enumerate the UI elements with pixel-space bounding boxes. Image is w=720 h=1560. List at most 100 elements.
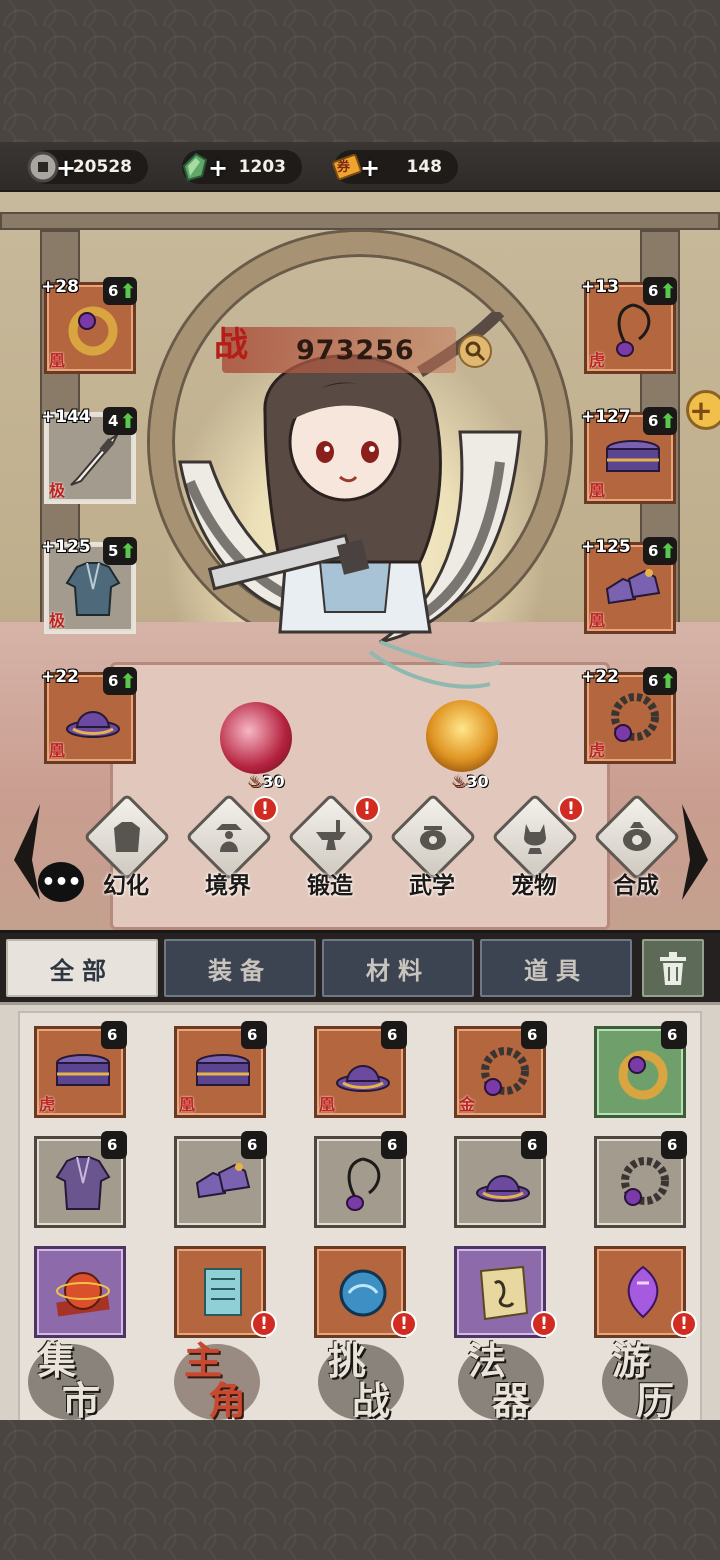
jade-gem-counter[interactable]: + 1203 xyxy=(182,150,302,184)
tier-mark: 虎 xyxy=(39,1095,56,1114)
chat-bubble-icon[interactable]: ••• xyxy=(38,862,84,902)
function-synthesis[interactable]: 合成 xyxy=(588,793,684,910)
tab-items[interactable]: 道具 xyxy=(480,939,632,997)
star-count-badge: 6 ⬆ xyxy=(103,667,137,695)
tier-mark: 虎 xyxy=(589,741,606,760)
nav-artifact[interactable]: 法 器 xyxy=(440,1330,560,1423)
tier-mark: 凰 xyxy=(589,481,606,500)
add-jade-icon[interactable]: + xyxy=(208,154,228,182)
count-badge: 6 xyxy=(521,1021,547,1049)
inventory-item[interactable]: ! xyxy=(454,1246,557,1338)
count-badge: 6 xyxy=(661,1021,687,1049)
function-pet[interactable]: 宠物 ! xyxy=(486,793,584,910)
crimson-orb[interactable] xyxy=(220,702,292,774)
nav-market[interactable]: 集 市 xyxy=(10,1330,130,1423)
hat-icon xyxy=(336,1065,390,1092)
golden-orb[interactable] xyxy=(426,700,498,772)
inventory-item[interactable]: 6 xyxy=(174,1131,267,1228)
trash-icon[interactable] xyxy=(642,939,704,997)
count-badge: 6 xyxy=(241,1131,267,1159)
function-label: 武学 xyxy=(409,872,455,899)
equip-slot-belt[interactable]: +127 6 ⬆ 凰 xyxy=(581,407,677,504)
upgrade-arrow-icon: ⬆ xyxy=(119,409,137,433)
inventory-item[interactable]: ! xyxy=(174,1246,277,1338)
fire-icon: ♨ xyxy=(452,772,467,791)
combat-power-badge: 战 973256 xyxy=(214,325,456,373)
inventory-item[interactable]: 6 凰 xyxy=(174,1021,267,1118)
hat-icon xyxy=(476,1175,530,1202)
furnace-icon xyxy=(623,822,651,851)
equip-slot-hat[interactable]: +22 6 ⬆ 凰 xyxy=(41,667,137,764)
function-label: 宠物 xyxy=(511,872,557,899)
inventory-item[interactable]: 6 xyxy=(594,1021,687,1118)
add-copper-icon[interactable]: + xyxy=(56,154,76,182)
add-ticket-icon[interactable]: + xyxy=(360,154,380,182)
enhance-level: +125 xyxy=(581,537,631,557)
upgrade-arrow-icon: ⬆ xyxy=(659,409,677,433)
fire-icon: ♨ xyxy=(248,772,263,791)
function-martial-arts[interactable]: 武学 xyxy=(384,793,480,910)
count-badge: 6 xyxy=(661,1131,687,1159)
star-count-badge: 6 ⬆ xyxy=(643,667,677,695)
equip-slot-weapon[interactable]: +144 4 ⬆ 极 xyxy=(41,407,137,504)
tab-materials[interactable]: 材料 xyxy=(322,939,474,997)
bracelet-icon xyxy=(481,1047,529,1096)
function-label: 境界 xyxy=(205,872,251,899)
inventory-item[interactable]: 6 凰 xyxy=(314,1021,407,1118)
alert-badge: ! xyxy=(252,796,278,822)
nav-travel[interactable]: 游 历 xyxy=(584,1330,704,1423)
nav-challenge[interactable]: 挑 战 xyxy=(300,1330,420,1423)
inventory-item[interactable] xyxy=(34,1246,126,1338)
function-forge[interactable]: 锻造 ! xyxy=(282,793,380,910)
jade-gem-value: 1203 xyxy=(238,157,286,177)
red-orb-icon xyxy=(56,1272,110,1317)
upgrade-arrow-icon: ⬆ xyxy=(659,539,677,563)
equip-slot-boots[interactable]: +125 6 ⬆ 凰 xyxy=(581,537,677,634)
inventory-tab-bar: 全部 装备 材料 道具 xyxy=(0,930,720,1002)
count-badge: 6 xyxy=(101,1131,127,1159)
inventory-item[interactable]: ! xyxy=(314,1246,417,1338)
boots-icon xyxy=(605,569,661,605)
inventory-item[interactable]: 6 xyxy=(314,1131,407,1228)
ticket-counter[interactable]: 券 + 148 xyxy=(332,150,458,184)
nav-hero[interactable]: 主 角 xyxy=(156,1330,276,1423)
alert-badge: ! xyxy=(354,796,380,822)
inventory-item[interactable]: 6 xyxy=(454,1131,547,1228)
tier-mark: 凰 xyxy=(589,611,606,630)
inventory-item[interactable]: 6 金 xyxy=(454,1021,547,1118)
count-badge: 6 xyxy=(381,1131,407,1159)
tab-equipment[interactable]: 装备 xyxy=(164,939,316,997)
meditation-icon xyxy=(216,824,242,852)
copper-coin-counter[interactable]: + 20528 xyxy=(27,150,148,184)
star-count-badge: 4 ⬆ xyxy=(103,407,137,435)
equip-slot-bracelet[interactable]: +22 6 ⬆ 虎 xyxy=(581,667,677,764)
cauldron-icon xyxy=(420,826,446,850)
tab-all[interactable]: 全部 xyxy=(6,939,158,997)
equip-slot-pendant[interactable]: +13 6 ⬆ 虎 xyxy=(581,277,677,374)
function-realm[interactable]: 境界 ! xyxy=(180,793,278,910)
star-count-badge: 6 ⬆ xyxy=(643,277,677,305)
function-row: 幻化 境界 ! 锻造 ! 武学 宠物 ! 合成 xyxy=(0,793,720,920)
upgrade-arrow-icon: ⬆ xyxy=(119,669,137,693)
count-badge: 6 xyxy=(101,1021,127,1049)
equip-slot-ring[interactable]: +28 6 ⬆ 凰 xyxy=(41,277,137,374)
ring-icon xyxy=(618,1050,668,1100)
scroll-right-arrow-icon[interactable] xyxy=(680,800,710,900)
inventory-item[interactable]: ! xyxy=(594,1246,697,1338)
blue-orb-icon xyxy=(339,1269,387,1317)
top-decorative-band xyxy=(0,0,720,142)
inventory-item[interactable]: 6 虎 xyxy=(34,1021,127,1118)
function-label: 锻造 xyxy=(307,872,353,899)
magnifier-icon[interactable] xyxy=(458,334,492,368)
bracelet-icon xyxy=(621,1157,669,1206)
inventory-item[interactable]: 6 xyxy=(594,1131,687,1228)
tier-mark: 凰 xyxy=(49,351,66,370)
equip-slot-armor[interactable]: +125 5 ⬆ 极 xyxy=(41,537,137,634)
side-plus-button[interactable]: + xyxy=(686,390,720,430)
ticket-value: 148 xyxy=(406,157,443,177)
count-badge: 6 xyxy=(241,1021,267,1049)
inventory-item[interactable]: 6 xyxy=(34,1131,127,1228)
function-transform[interactable]: 幻化 xyxy=(78,793,174,910)
currency-bar: + 20528 + 1203 券 + 148 xyxy=(0,142,720,192)
tier-mark: 凰 xyxy=(49,741,66,760)
